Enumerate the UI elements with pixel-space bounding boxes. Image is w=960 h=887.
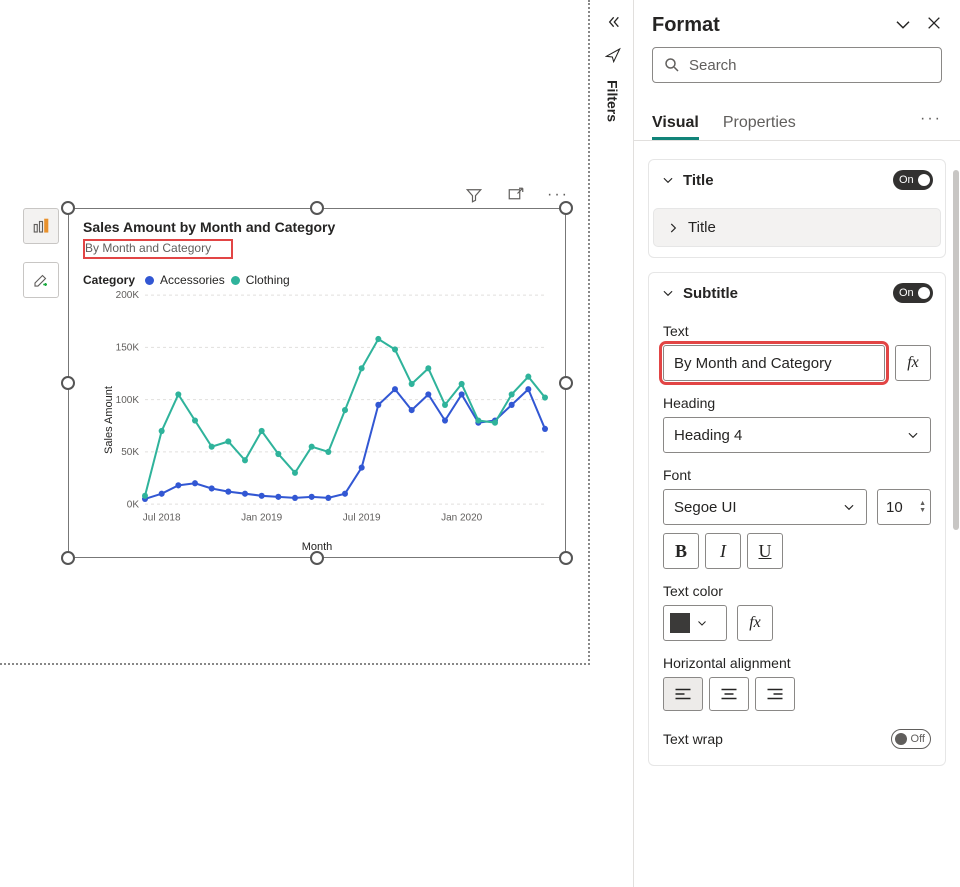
subtitle-font-label: Font	[663, 467, 931, 483]
subtitle-text-fx-button[interactable]: fx	[895, 345, 931, 381]
line-chart-visual: Sales Amount by Month and Category By Mo…	[69, 209, 565, 557]
svg-text:200K: 200K	[116, 291, 140, 301]
subtitle-toggle[interactable]: On	[893, 283, 933, 303]
legend-series-1: Clothing	[246, 273, 290, 287]
visual-fields-button[interactable]	[23, 208, 59, 244]
resize-handle[interactable]	[61, 376, 75, 390]
filter-icon[interactable]	[464, 185, 484, 205]
subtitle-heading-select[interactable]: Heading 4	[663, 417, 931, 453]
section-subtitle: Subtitle On Text By Month and Category f…	[648, 272, 946, 766]
filters-label[interactable]: Filters	[605, 80, 621, 122]
subtitle-text-input[interactable]: By Month and Category	[663, 345, 885, 381]
section-title-header[interactable]: Title On	[649, 160, 945, 200]
subsection-title[interactable]: Title	[653, 208, 941, 247]
chart-title: Sales Amount by Month and Category	[83, 219, 551, 235]
filters-icon[interactable]	[605, 47, 621, 66]
align-right-button[interactable]	[755, 677, 795, 711]
align-right-icon	[766, 687, 784, 701]
svg-text:50K: 50K	[121, 447, 139, 458]
resize-handle[interactable]	[310, 551, 324, 565]
legend-swatch	[145, 276, 154, 285]
paintbrush-icon	[32, 271, 50, 289]
section-title-label: Title	[683, 172, 714, 189]
x-axis-title: Month	[83, 541, 551, 553]
chevron-down-icon	[661, 286, 675, 300]
format-search-input[interactable]: Search	[652, 47, 942, 83]
scrollbar-thumb[interactable]	[953, 170, 959, 530]
chevron-down-icon	[906, 428, 920, 442]
section-subtitle-label: Subtitle	[683, 285, 738, 302]
legend-label: Category	[83, 273, 135, 287]
chart-plot: 0K 50K 100K 150K 200K Jul 2018 Jan 2019 Jul 20…	[111, 291, 551, 529]
underline-button[interactable]: U	[747, 533, 783, 569]
svg-text:Jul 2018: Jul 2018	[143, 513, 181, 524]
tab-visual[interactable]: Visual	[652, 114, 699, 140]
bold-button[interactable]: B	[663, 533, 699, 569]
subtitle-text-label: Text	[663, 323, 931, 339]
svg-text:100K: 100K	[116, 395, 140, 406]
svg-text:0K: 0K	[127, 499, 139, 510]
align-left-button[interactable]	[663, 677, 703, 711]
chart-legend: Category Accessories Clothing	[83, 273, 551, 287]
subtitle-align-label: Horizontal alignment	[663, 655, 931, 671]
svg-text:Jul 2019: Jul 2019	[343, 513, 381, 524]
italic-button[interactable]: I	[705, 533, 741, 569]
expand-pane-icon[interactable]	[894, 15, 912, 36]
resize-handle[interactable]	[61, 201, 75, 215]
visual-header-toolbar: ···	[464, 185, 568, 205]
pane-scrollbar[interactable]	[952, 170, 960, 887]
chevron-right-icon	[666, 221, 680, 235]
resize-handle[interactable]	[310, 201, 324, 215]
search-placeholder: Search	[689, 57, 931, 74]
spinner-arrows-icon: ▲▼	[919, 500, 926, 514]
tab-properties[interactable]: Properties	[723, 114, 796, 140]
subtitle-wrap-toggle[interactable]: Off	[891, 729, 931, 749]
subtitle-wrap-label: Text wrap	[663, 731, 723, 747]
tabs-more-icon[interactable]: ···	[920, 110, 942, 128]
resize-handle[interactable]	[559, 201, 573, 215]
chevron-down-icon	[842, 500, 856, 514]
chevron-down-icon	[661, 173, 675, 187]
chart-subtitle: By Month and Category	[83, 239, 233, 259]
pane-title: Format	[652, 14, 720, 37]
bar-chart-icon	[32, 217, 50, 235]
resize-handle[interactable]	[559, 551, 573, 565]
resize-handle[interactable]	[61, 551, 75, 565]
subtitle-color-picker[interactable]	[663, 605, 727, 641]
align-center-button[interactable]	[709, 677, 749, 711]
svg-text:Jan 2019: Jan 2019	[241, 513, 282, 524]
resize-handle[interactable]	[559, 376, 573, 390]
subtitle-font-select[interactable]: Segoe UI	[663, 489, 867, 525]
align-center-icon	[720, 687, 738, 701]
collapse-left-icon[interactable]	[605, 14, 621, 33]
report-canvas: ··· Sales Amount by Month and Category B…	[0, 0, 590, 665]
svg-text:150K: 150K	[116, 342, 140, 353]
legend-swatch	[231, 276, 240, 285]
align-left-icon	[674, 687, 692, 701]
section-subtitle-header[interactable]: Subtitle On	[649, 273, 945, 313]
color-swatch-icon	[670, 613, 690, 633]
subtitle-heading-label: Heading	[663, 395, 931, 411]
floating-visual-toolbar	[23, 208, 59, 298]
title-toggle[interactable]: On	[893, 170, 933, 190]
legend-series-0: Accessories	[160, 273, 225, 287]
focus-mode-icon[interactable]	[506, 185, 526, 205]
subtitle-color-label: Text color	[663, 583, 931, 599]
svg-text:Jan 2020: Jan 2020	[441, 513, 482, 524]
close-pane-icon[interactable]	[926, 15, 942, 36]
chevron-down-icon	[696, 617, 708, 629]
subtitle-color-fx-button[interactable]: fx	[737, 605, 773, 641]
format-pane: Format Search Visual Properties ···	[634, 0, 960, 887]
filters-pane-collapsed: Filters	[592, 0, 634, 887]
search-icon	[663, 56, 681, 74]
section-title: Title On Title	[648, 159, 946, 258]
subtitle-fontsize-input[interactable]: 10 ▲▼	[877, 489, 931, 525]
visual-format-button[interactable]	[23, 262, 59, 298]
visual-selection[interactable]: Sales Amount by Month and Category By Mo…	[68, 208, 566, 558]
